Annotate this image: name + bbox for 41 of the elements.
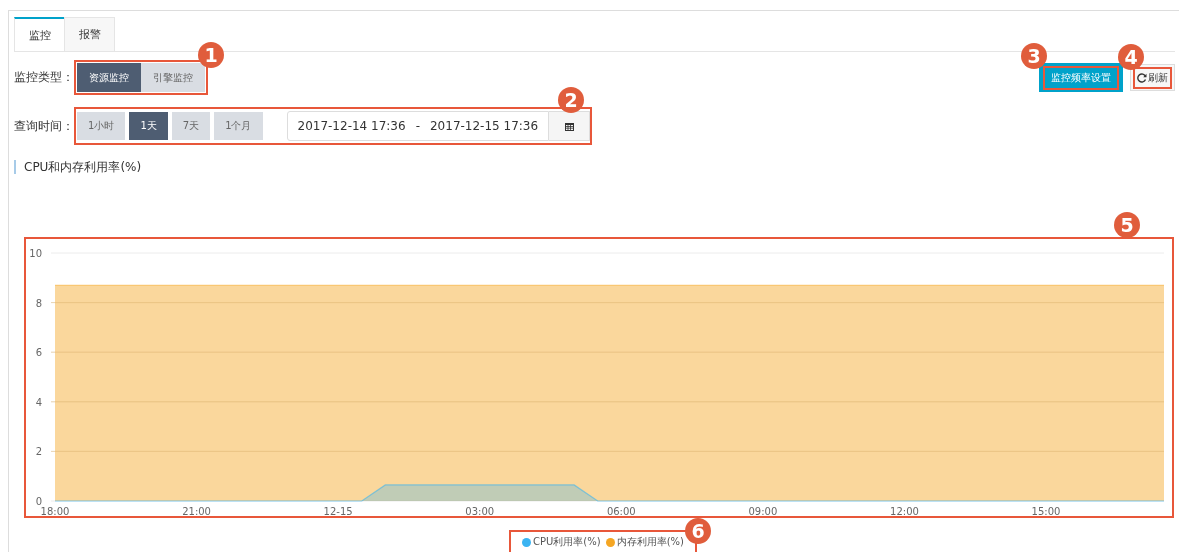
axis-label: 6 xyxy=(35,347,42,359)
field-label: 监控类型： xyxy=(14,69,74,86)
type-toggle[interactable]: 引擎监控 xyxy=(141,63,205,92)
axis-label: 10 xyxy=(29,248,42,259)
axis-label: 15:00 xyxy=(1031,506,1061,516)
tab[interactable]: 报警 xyxy=(64,17,115,51)
time-range-toggle[interactable]: 1小时 xyxy=(77,112,126,140)
callout-badge: 5 xyxy=(1114,212,1140,238)
axis-label: 0 xyxy=(35,496,42,507)
tab[interactable]: 监控 xyxy=(14,17,65,51)
refresh-icon xyxy=(1137,72,1147,83)
axis-label: 12:00 xyxy=(890,506,919,516)
callout-badge: 3 xyxy=(1021,43,1047,69)
time-range-toggle[interactable]: 1天 xyxy=(129,112,168,140)
legend-item[interactable]: 内存利用率(%) xyxy=(605,535,684,549)
callout-badge: 4 xyxy=(1118,44,1144,70)
time-range-toggle[interactable]: 1个月 xyxy=(214,112,263,140)
calendar-icon xyxy=(564,121,574,131)
callout-badge: 1 xyxy=(198,42,224,68)
date-range-field[interactable]: 2017-12-14 17:36 - 2017-12-15 17:36 xyxy=(286,111,550,141)
section-title: CPU和内存利用率(%) xyxy=(14,160,1175,174)
field-label: 查询时间： xyxy=(14,117,74,135)
axis-label: 06:00 xyxy=(606,506,636,516)
axis-label: 21:00 xyxy=(182,506,211,516)
legend-item[interactable]: CPU利用率(%) xyxy=(522,535,601,549)
axis-label: 09:00 xyxy=(748,506,778,516)
axis-label: 2 xyxy=(35,446,42,458)
axis-label: 12-15 xyxy=(323,506,353,516)
callout-badge: 6 xyxy=(685,518,711,544)
axis-label: 18:00 xyxy=(40,506,70,516)
end-date: 2017-12-15 17:36 xyxy=(430,119,539,133)
time-range-toggle[interactable]: 7天 xyxy=(171,112,211,140)
calendar-button[interactable] xyxy=(549,111,591,141)
axis-label: 8 xyxy=(35,297,42,309)
callout-badge: 2 xyxy=(558,87,585,113)
date-separator: - xyxy=(415,119,420,133)
axis-label: 4 xyxy=(35,396,42,408)
refresh-button[interactable]: 刷新 xyxy=(1130,64,1175,91)
axis-label: 03:00 xyxy=(465,506,495,516)
type-toggle[interactable]: 资源监控 xyxy=(77,63,141,92)
start-date: 2017-12-14 17:36 xyxy=(297,119,406,133)
